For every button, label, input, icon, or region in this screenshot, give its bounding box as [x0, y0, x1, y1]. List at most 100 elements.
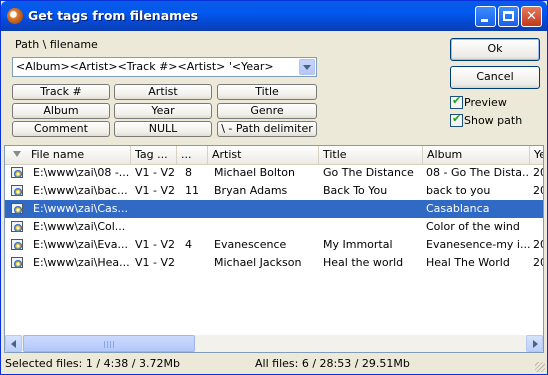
- close-button[interactable]: ✕: [521, 6, 542, 27]
- cell-album: 08 - Go The Dista...: [426, 166, 530, 179]
- dialog-window: Get tags from filenames ✕ Path \ filenam…: [0, 0, 548, 375]
- column-header-album[interactable]: Album: [423, 146, 530, 164]
- resize-grip-icon[interactable]: [535, 362, 545, 372]
- selected-files-status: Selected files: 1 / 4:38 / 3.72Mb: [5, 357, 180, 370]
- cell-file-name: E:\www\zai\Col...: [33, 220, 126, 233]
- scroll-right-button[interactable]: [526, 335, 543, 352]
- cell-album: back to you: [426, 184, 491, 197]
- column-header-artist[interactable]: Artist: [208, 146, 319, 164]
- window-title: Get tags from filenames: [28, 8, 199, 23]
- cell-track: [185, 254, 213, 272]
- cell-year: 20: [533, 184, 543, 197]
- insert-title-button[interactable]: Title: [217, 84, 317, 100]
- insert-track-number-button[interactable]: Track #: [12, 84, 110, 100]
- preview-label: Preview: [464, 96, 507, 109]
- audio-file-icon: [10, 237, 25, 252]
- all-files-status: All files: 6 / 28:53 / 29.51Mb: [255, 357, 410, 370]
- maximize-icon: [503, 11, 514, 21]
- insert-null-button[interactable]: NULL: [114, 121, 212, 137]
- cell-track: 8: [185, 166, 192, 179]
- ok-button[interactable]: Ok: [450, 38, 540, 61]
- audio-file-icon: [10, 183, 25, 198]
- cell-tag: V1 - V2: [135, 166, 176, 179]
- cell-title: [323, 200, 423, 218]
- horizontal-scrollbar[interactable]: [5, 335, 543, 352]
- cell-title: Heal the world: [323, 256, 404, 269]
- cell-year: [533, 200, 543, 218]
- dropdown-button[interactable]: [299, 59, 315, 75]
- cell-file-name: E:\www\zai\08 -...: [33, 166, 129, 179]
- list-header: File nameTag ......ArtistTitleAlbumYe: [5, 146, 543, 165]
- audio-file-icon: [10, 165, 25, 180]
- preview-checkbox[interactable]: ✔: [450, 94, 463, 109]
- cell-file-name: E:\www\zai\Eva...: [33, 238, 129, 251]
- maximize-button[interactable]: [498, 6, 519, 27]
- cell-file-name: E:\www\zai\Hea...: [33, 256, 129, 269]
- cell-title: My Immortal: [323, 238, 393, 251]
- close-icon: ✕: [526, 9, 537, 24]
- cell-tag: [135, 218, 181, 236]
- cell-tag: V1 - V2: [135, 256, 176, 269]
- cell-file-name: E:\www\zai\bac...: [33, 184, 128, 197]
- scrollbar-thumb[interactable]: [23, 335, 195, 352]
- cell-track: [185, 218, 213, 236]
- cell-tag: [135, 200, 181, 218]
- cell-tag: V1 - V2: [135, 184, 176, 197]
- cell-title: Back To You: [323, 184, 388, 197]
- insert-comment-button[interactable]: Comment: [12, 121, 110, 137]
- column-header-title[interactable]: Title: [319, 146, 423, 164]
- cell-artist: Evanescence: [214, 238, 287, 251]
- insert-path-delimiter-button[interactable]: \ - Path delimiter: [217, 121, 317, 137]
- cell-title: Go The Distance: [323, 166, 414, 179]
- audio-file-icon: [10, 201, 25, 216]
- audio-file-icon: [10, 219, 25, 234]
- cell-track: 11: [185, 184, 199, 197]
- column-header-tag[interactable]: Tag ...: [131, 146, 177, 164]
- cell-year: 20: [533, 256, 543, 269]
- table-row[interactable]: E:\www\zai\Col... Color of the wind: [5, 218, 543, 236]
- column-header-track[interactable]: ...: [177, 146, 208, 164]
- cell-track: [185, 200, 213, 218]
- insert-genre-button[interactable]: Genre: [217, 103, 317, 119]
- column-header-file-name[interactable]: File name: [5, 146, 131, 164]
- show-path-checkbox[interactable]: ✔: [450, 112, 463, 127]
- checkmark-icon: ✔: [452, 112, 462, 125]
- table-row[interactable]: E:\www\zai\Eva... V1 - V2 4 Evanescence My I…: [5, 236, 543, 254]
- cell-artist: [214, 200, 320, 218]
- pattern-value: <Album><Artist><Track #><Artist> '<Year>: [16, 60, 274, 73]
- cell-artist: Bryan Adams: [214, 184, 288, 197]
- app-icon: [7, 8, 23, 24]
- title-bar[interactable]: Get tags from filenames ✕: [1, 1, 547, 31]
- cell-artist: [214, 218, 320, 236]
- cell-album: Casablanca: [426, 202, 490, 215]
- table-row[interactable]: E:\www\zai\Cas... Casablanca: [5, 200, 543, 218]
- path-filename-label: Path \ filename: [15, 38, 98, 51]
- table-row[interactable]: E:\www\zai\08 -... V1 - V2 8 Michael Bolton…: [5, 164, 543, 182]
- cell-year: 20: [533, 238, 543, 251]
- insert-artist-button[interactable]: Artist: [114, 84, 212, 100]
- file-list[interactable]: File nameTag ......ArtistTitleAlbumYe E:…: [4, 145, 544, 353]
- show-path-label: Show path: [464, 114, 523, 127]
- arrow-right-icon: [533, 340, 538, 348]
- minimize-button[interactable]: [475, 6, 496, 27]
- insert-album-button[interactable]: Album: [12, 103, 110, 119]
- table-row[interactable]: E:\www\zai\bac... V1 - V2 11 Bryan Adams Bac…: [5, 182, 543, 200]
- cancel-button[interactable]: Cancel: [450, 66, 540, 89]
- arrow-left-icon: [11, 340, 16, 348]
- minimize-icon: [481, 19, 488, 22]
- pattern-combobox[interactable]: <Album><Artist><Track #><Artist> '<Year>: [12, 57, 317, 77]
- cell-album: Color of the wind: [426, 220, 520, 233]
- table-row[interactable]: E:\www\zai\Hea... V1 - V2 Michael Jackson H…: [5, 254, 543, 272]
- sort-arrow-icon: [13, 151, 21, 157]
- chevron-down-icon: [303, 65, 311, 70]
- cell-tag: V1 - V2: [135, 238, 176, 251]
- insert-year-button[interactable]: Year: [114, 103, 212, 119]
- cell-album: Evanesence-my i...: [426, 238, 530, 251]
- status-bar: Selected files: 1 / 4:38 / 3.72Mb All fi…: [1, 354, 547, 374]
- cell-year: 20: [533, 166, 543, 179]
- cell-title: [323, 218, 423, 236]
- column-header-year[interactable]: Ye: [530, 146, 543, 164]
- checkmark-icon: ✔: [452, 94, 462, 107]
- cell-artist: Michael Jackson: [214, 256, 302, 269]
- scroll-left-button[interactable]: [5, 335, 22, 352]
